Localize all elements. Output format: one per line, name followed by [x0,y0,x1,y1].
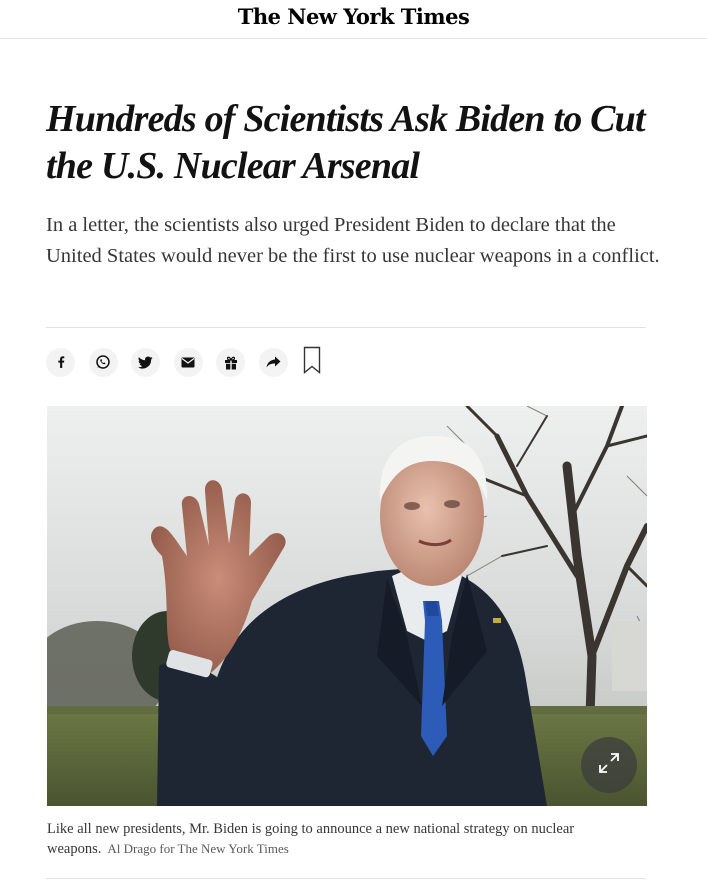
expand-icon [598,752,620,779]
whatsapp-icon [95,354,111,370]
nyt-logo[interactable]: The New York Times [238,5,470,29]
twitter-icon [138,356,153,369]
bookmark-icon [303,346,321,379]
article-photo[interactable] [47,406,647,806]
facebook-share-button[interactable] [46,347,75,377]
email-icon [181,357,195,368]
article-headline: Hundreds of Scientists Ask Biden to Cut … [46,98,646,187]
bottom-divider [46,878,646,879]
divider [46,327,646,328]
share-toolbar [46,346,321,378]
photo-credit: Al Drago for The New York Times [107,841,289,856]
gift-icon [224,355,238,370]
masthead: The New York Times [0,0,707,39]
email-share-button[interactable] [173,347,203,377]
gift-article-button[interactable] [216,347,245,377]
article-summary: In a letter, the scientists also urged P… [46,214,660,267]
share-icon [266,356,281,368]
save-article-button[interactable] [303,346,321,379]
biden-photo-image [47,406,647,806]
more-share-button[interactable] [258,347,288,377]
image-caption: Like all new presidents, Mr. Biden is go… [47,819,647,859]
expand-image-button[interactable] [581,737,637,793]
whatsapp-share-button[interactable] [88,347,118,377]
twitter-share-button[interactable] [131,347,160,377]
facebook-icon [54,355,68,369]
